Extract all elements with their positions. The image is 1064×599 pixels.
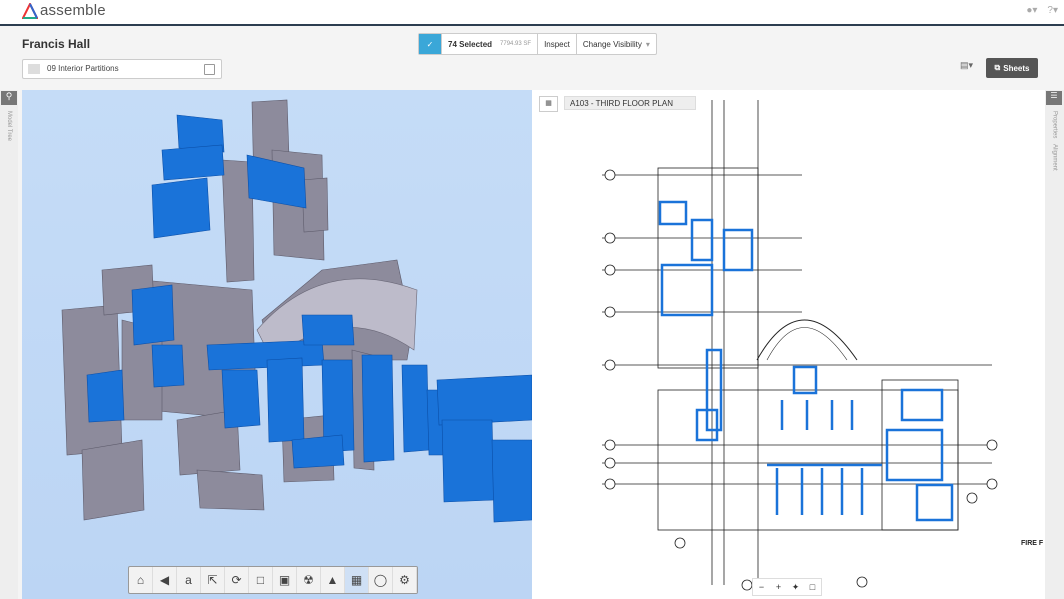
cube-icon[interactable]: □ [249,567,273,593]
selection-count: 74 Selected [448,39,493,49]
checkmark-icon[interactable]: ✓ [419,34,442,54]
left-rail: ⚲ Model Tree [0,90,18,599]
first-person-icon[interactable]: ◀ [153,567,177,593]
section-box-icon[interactable]: ▣ [273,567,297,593]
top-bar: assemble ●▾ ?▾ [0,0,1064,26]
search-icon[interactable]: ⚲ [1,91,17,105]
orbit-icon[interactable]: ⟳ [225,567,249,593]
model-tree-tab[interactable]: Model Tree [6,111,12,141]
active-tool-icon[interactable]: ▦ [345,567,369,593]
measure-icon[interactable]: a [177,567,201,593]
alignment-tab[interactable]: Alignment [1052,144,1058,171]
home-icon[interactable]: ⌂ [129,567,153,593]
selection-toolbar: ✓ 74 Selected 7794.93 SF Inspect Change … [418,33,657,55]
fit-icon[interactable]: ✦ [787,579,804,595]
inspect-button[interactable]: Inspect [538,34,577,54]
sheet-tools: − + ✦ □ [752,578,822,596]
change-visibility-label: Change Visibility [582,39,642,49]
help-menu-icon[interactable]: ?▾ [1047,5,1058,16]
viewer-toolbar: ⌂ ◀ a ⇱ ⟳ □ ▣ ☢ ▲ ▦ ◯ ⚙ [128,566,418,594]
sheet-name-tab[interactable]: A103 - THIRD FLOOR PLAN [564,96,696,110]
user-menu-icon[interactable]: ●▾ [1026,5,1037,16]
right-rail: ☰ Properties Alignment [1045,90,1064,599]
building-model [61,99,532,523]
sheet-viewer[interactable] [532,90,1045,599]
sheets-icon: ⧉ [994,63,1001,72]
list-icon[interactable]: ☰ [1046,91,1062,105]
floor-plan-drawing [602,100,998,591]
page-title: Francis Hall [22,37,91,51]
zoom-out-icon[interactable]: − [753,579,770,595]
camera-icon[interactable]: ◯ [369,567,393,593]
page-icon[interactable]: □ [804,579,821,595]
save-filter-icon[interactable] [204,64,215,75]
sheets-label: Sheets [1003,63,1030,73]
filter-value: 09 Interior Partitions [47,64,119,73]
sheets-button[interactable]: ⧉ Sheets [986,58,1038,78]
model-viewer-3d[interactable] [22,90,532,599]
chevron-down-icon: ▾ [645,39,650,49]
zoom-in-icon[interactable]: + [770,579,787,595]
model-icon[interactable]: ▲ [321,567,345,593]
change-visibility-dropdown[interactable]: Change Visibility ▾ [577,34,656,54]
selection-area: 7794.93 SF [500,41,532,47]
app-logo[interactable]: assemble [22,2,106,19]
sheet-list-icon[interactable]: ▦ [539,96,558,112]
filter-input[interactable]: 09 Interior Partitions [22,59,222,79]
assemble-logo-icon [22,2,38,19]
properties-tab[interactable]: Properties [1052,111,1058,138]
brand-name: assemble [40,2,106,19]
explode-icon[interactable]: ☢ [297,567,321,593]
select-icon[interactable]: ⇱ [201,567,225,593]
filter-thumbnail-icon [28,64,40,74]
bookmark-menu-icon[interactable]: ▤▾ [960,60,978,76]
selection-summary[interactable]: 74 Selected 7794.93 SF [442,34,539,54]
settings-icon[interactable]: ⚙ [393,567,417,593]
fire-label: FIRE F [1021,540,1044,547]
